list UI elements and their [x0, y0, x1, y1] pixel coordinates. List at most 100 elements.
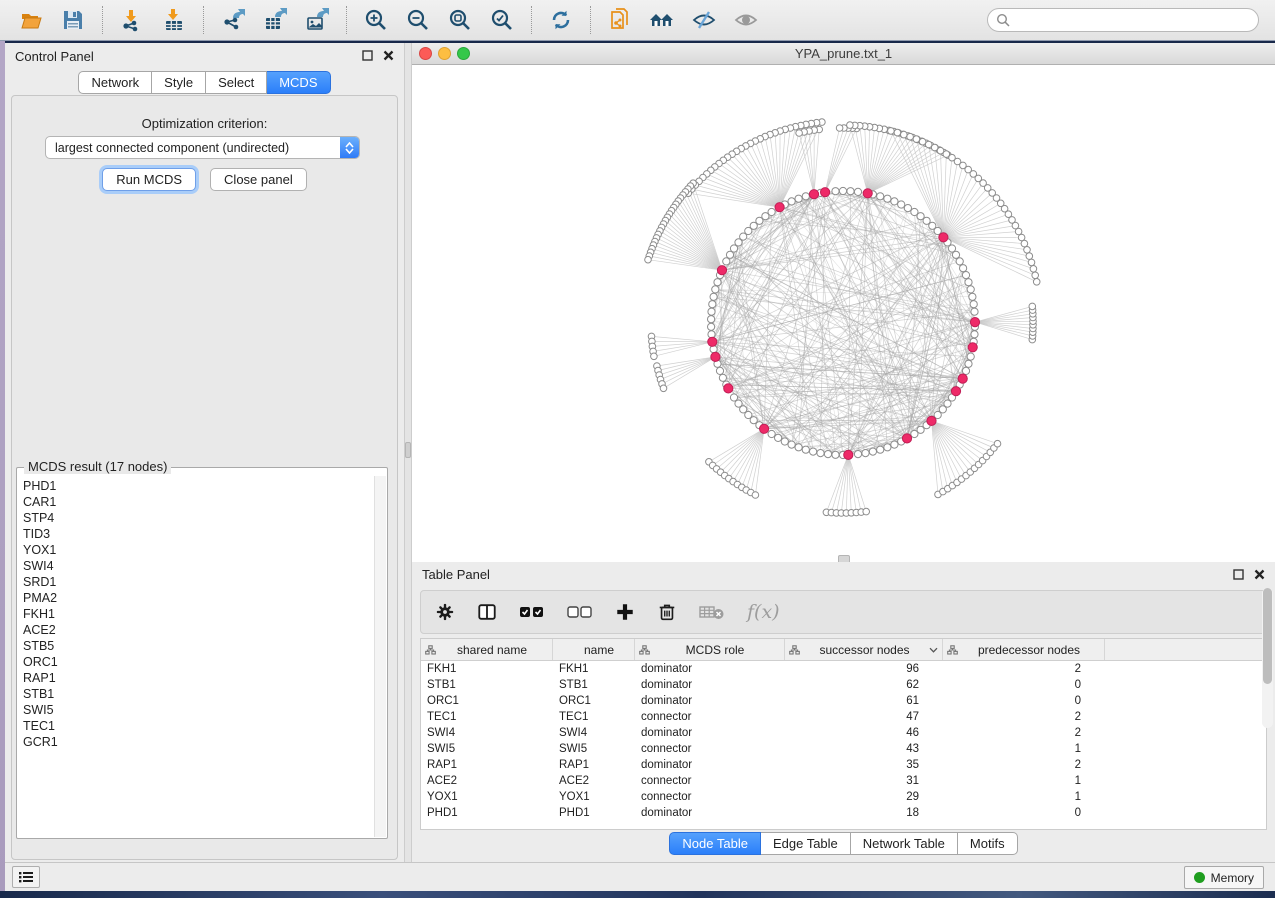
run-mcds-button[interactable]: Run MCDS — [102, 168, 196, 191]
mcds-result-item[interactable]: SRD1 — [23, 574, 374, 590]
zoom-selected-icon[interactable] — [487, 6, 517, 34]
mcds-result-list[interactable]: PHD1CAR1STP4TID3YOX1SWI4SRD1PMA2FKH1ACE2… — [18, 476, 374, 837]
mcds-result-item[interactable]: GCR1 — [23, 734, 374, 750]
cell-name: FKH1 — [553, 661, 635, 677]
show-graphics-details-icon[interactable] — [731, 6, 761, 34]
table-row[interactable]: SWI4SWI4dominator462 — [421, 725, 1266, 741]
close-table-panel-icon[interactable] — [1254, 569, 1265, 580]
table-row[interactable]: PHD1PHD1dominator180 — [421, 805, 1266, 821]
cell-successor-nodes: 31 — [785, 773, 943, 789]
table-scrollbar-thumb[interactable] — [1263, 588, 1272, 684]
table-row[interactable]: STB1STB1dominator620 — [421, 677, 1266, 693]
cell-predecessor-nodes: 2 — [943, 757, 1105, 773]
table-row[interactable]: FKH1FKH1dominator962 — [421, 661, 1266, 677]
search-input[interactable] — [1016, 12, 1250, 28]
mcds-result-item[interactable]: STP4 — [23, 510, 374, 526]
cell-shared-name: SWI4 — [421, 725, 553, 741]
save-icon[interactable] — [58, 6, 88, 34]
mcds-result-item[interactable]: STB5 — [23, 638, 374, 654]
table-row[interactable]: TEC1TEC1connector472 — [421, 709, 1266, 725]
import-network-icon[interactable] — [117, 6, 147, 34]
session-home-icon[interactable] — [647, 6, 677, 34]
column-header-predecessor-nodes[interactable]: predecessor nodes — [943, 639, 1105, 660]
float-table-panel-icon[interactable] — [1233, 569, 1244, 580]
mcds-result-item[interactable]: CAR1 — [23, 494, 374, 510]
cell-name: RAP1 — [553, 757, 635, 773]
tab-mcds[interactable]: MCDS — [267, 71, 330, 94]
network-window-titlebar[interactable]: YPA_prune.txt_1 — [412, 43, 1275, 65]
mcds-result-item[interactable]: FKH1 — [23, 606, 374, 622]
column-header-name[interactable]: name — [553, 639, 635, 660]
zoom-in-icon[interactable] — [361, 6, 391, 34]
table-row[interactable]: RAP1RAP1dominator352 — [421, 757, 1266, 773]
import-table-icon[interactable] — [159, 6, 189, 34]
function-builder-icon: f(x) — [747, 601, 780, 623]
mcds-result-item[interactable]: PMA2 — [23, 590, 374, 606]
search-field[interactable] — [987, 8, 1259, 32]
export-image-icon[interactable] — [302, 6, 332, 34]
export-network-icon[interactable] — [218, 6, 248, 34]
log-console-button[interactable] — [12, 866, 40, 888]
mcds-result-item[interactable]: STB1 — [23, 686, 374, 702]
toolbar-separator — [590, 6, 591, 34]
refresh-icon[interactable] — [546, 6, 576, 34]
toggle-panes-icon[interactable] — [477, 602, 497, 622]
close-panel-icon[interactable] — [383, 50, 394, 61]
cell-name: PHD1 — [553, 805, 635, 821]
close-panel-button[interactable]: Close panel — [210, 168, 307, 191]
tab-network[interactable]: Network — [78, 71, 152, 94]
table-row[interactable]: ACE2ACE2connector311 — [421, 773, 1266, 789]
select-all-columns-icon[interactable] — [519, 604, 545, 620]
table-row[interactable]: ORC1ORC1dominator610 — [421, 693, 1266, 709]
add-column-icon[interactable] — [615, 602, 635, 622]
zoom-out-icon[interactable] — [403, 6, 433, 34]
network-canvas[interactable] — [412, 65, 1275, 562]
attribute-type-icon — [639, 645, 650, 655]
mcds-result-item[interactable]: SWI5 — [23, 702, 374, 718]
mcds-result-item[interactable]: SWI4 — [23, 558, 374, 574]
table-panel: Table Panel — [412, 562, 1275, 862]
open-folder-icon[interactable] — [16, 6, 46, 34]
cell-successor-nodes: 43 — [785, 741, 943, 757]
vertical-splitter-handle[interactable] — [405, 442, 411, 458]
tab-select[interactable]: Select — [206, 71, 267, 94]
float-panel-icon[interactable] — [362, 50, 373, 61]
table-scrollbar[interactable] — [1262, 588, 1273, 728]
table-row[interactable]: YOX1YOX1connector291 — [421, 789, 1266, 805]
mcds-result-item[interactable]: ACE2 — [23, 622, 374, 638]
column-header-filler — [1105, 639, 1266, 660]
export-table-icon[interactable] — [260, 6, 290, 34]
memory-button[interactable]: Memory — [1184, 866, 1264, 889]
network-file-icon[interactable] — [605, 6, 635, 34]
tab-node-table[interactable]: Node Table — [669, 832, 761, 855]
mcds-result-item[interactable]: TEC1 — [23, 718, 374, 734]
tab-motifs[interactable]: Motifs — [958, 832, 1018, 855]
mcds-result-item[interactable]: ORC1 — [23, 654, 374, 670]
node-table[interactable]: shared namenameMCDS rolesuccessor nodesp… — [420, 638, 1267, 830]
mcds-result-item[interactable]: YOX1 — [23, 542, 374, 558]
zoom-fit-icon[interactable] — [445, 6, 475, 34]
criterion-dropdown[interactable]: largest connected component (undirected) — [45, 136, 360, 159]
vertical-splitter[interactable] — [404, 43, 412, 862]
mcds-result-item[interactable]: TID3 — [23, 526, 374, 542]
mcds-result-item[interactable]: PHD1 — [23, 478, 374, 494]
table-row[interactable]: SWI5SWI5connector431 — [421, 741, 1266, 757]
column-header-MCDS-role[interactable]: MCDS role — [635, 639, 785, 660]
tab-style[interactable]: Style — [152, 71, 206, 94]
column-header-successor-nodes[interactable]: successor nodes — [785, 639, 943, 660]
cell-successor-nodes: 96 — [785, 661, 943, 677]
criterion-dropdown-value: largest connected component (undirected) — [46, 141, 340, 155]
cell-shared-name: RAP1 — [421, 757, 553, 773]
hide-graphics-details-icon[interactable] — [689, 6, 719, 34]
tab-edge-table[interactable]: Edge Table — [761, 832, 851, 855]
mcds-list-scrollbar[interactable] — [374, 476, 386, 837]
delete-columns-icon[interactable] — [657, 602, 677, 622]
mcds-result-item[interactable]: RAP1 — [23, 670, 374, 686]
tab-network-table[interactable]: Network Table — [851, 832, 958, 855]
column-header-shared-name[interactable]: shared name — [421, 639, 553, 660]
deselect-all-columns-icon[interactable] — [567, 604, 593, 620]
column-settings-icon[interactable] — [435, 602, 455, 622]
toolbar-separator — [531, 6, 532, 34]
delete-table-icon — [699, 603, 725, 621]
toolbar-separator — [346, 6, 347, 34]
